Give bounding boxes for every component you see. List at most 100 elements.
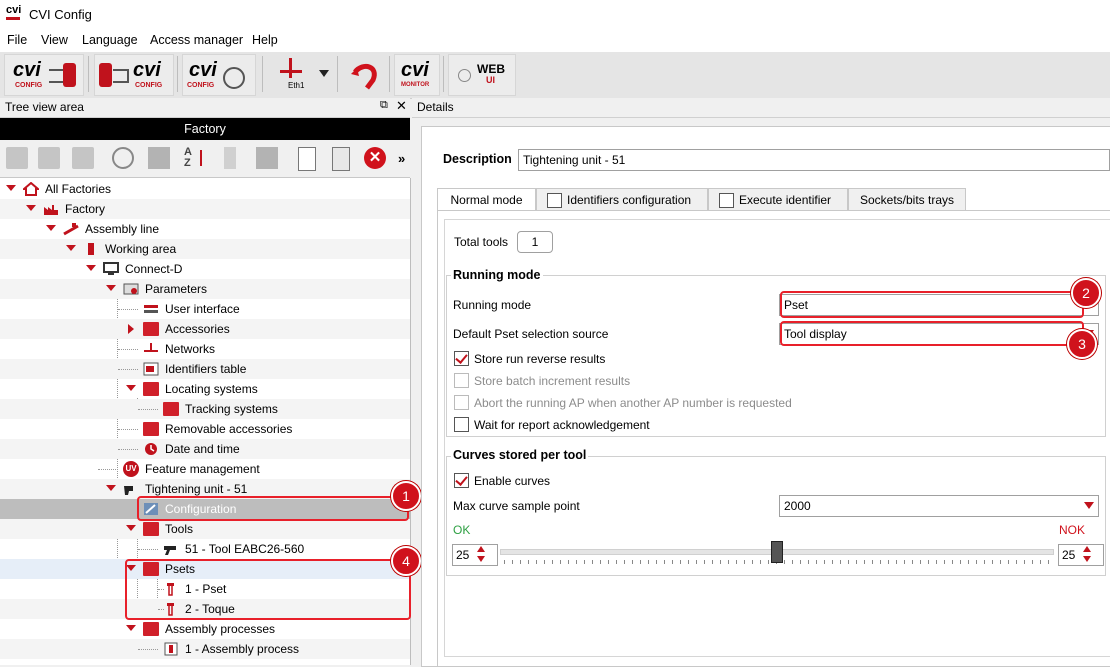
nok-spinbox[interactable]: 25: [1058, 544, 1104, 566]
tab-identifiers-configuration[interactable]: Identifiers configuration: [536, 188, 708, 211]
cvi-config-receive-button[interactable]: cvi CONFIG: [94, 54, 174, 96]
tree-panel-title: Tree view area: [5, 100, 84, 114]
tree-item-factory[interactable]: Factory: [0, 199, 410, 219]
chevron-down-icon[interactable]: [319, 70, 329, 77]
tab-execute-identifier[interactable]: Execute identifier: [708, 188, 848, 211]
slider-tick: [920, 560, 921, 564]
home-icon: [23, 182, 39, 196]
cvi-monitor-button[interactable]: cvi MONITOR: [394, 54, 440, 96]
slider-tick: [728, 560, 729, 564]
slider-tick: [912, 560, 913, 564]
screw-icon[interactable]: [224, 147, 236, 169]
slider-tick: [792, 560, 793, 564]
tree-item-assembly-process-1[interactable]: 1 - Assembly process: [0, 639, 410, 659]
curves-title: Curves stored per tool: [451, 448, 589, 462]
slider-tick: [672, 560, 673, 564]
curve-slider-handle[interactable]: [771, 541, 783, 563]
menu-help[interactable]: Help: [252, 33, 278, 47]
web-ui-button[interactable]: WEB UI: [448, 54, 516, 96]
undo-button[interactable]: [342, 54, 386, 96]
tree-item-assembly-processes[interactable]: Assembly processes: [0, 619, 410, 639]
description-field[interactable]: Tightening unit - 51: [518, 149, 1110, 171]
slider-tick: [576, 560, 577, 564]
store-run-reverse-checkbox[interactable]: [454, 351, 469, 366]
spin-down-icon[interactable]: [1083, 556, 1091, 562]
slider-tick: [568, 560, 569, 564]
tree-item-networks[interactable]: Networks: [0, 339, 410, 359]
tree-item-assembly-line[interactable]: Assembly line: [0, 219, 410, 239]
slider-tick: [656, 560, 657, 564]
store-batch-increment-checkbox[interactable]: [454, 373, 469, 388]
tree-panel-header: Tree view area ⧉ ✕: [0, 98, 410, 118]
slider-tick: [832, 560, 833, 564]
tree-item-identifiers-table[interactable]: Identifiers table: [0, 359, 410, 379]
slider-tick: [768, 560, 769, 564]
tree-item-user-interface[interactable]: User interface: [0, 299, 410, 319]
tree-item-parameters[interactable]: Parameters: [0, 279, 410, 299]
slider-tick: [1016, 560, 1017, 564]
slider-tick: [680, 560, 681, 564]
slider-tick: [848, 560, 849, 564]
chevron-down-icon[interactable]: [1084, 502, 1094, 509]
add-line-icon[interactable]: [38, 147, 60, 169]
tab-sockets-bits-trays[interactable]: Sockets/bits trays: [848, 188, 966, 211]
tree-item-all-factories[interactable]: All Factories: [0, 179, 410, 199]
copy-icon[interactable]: [298, 147, 316, 171]
arrow-right-icon: [113, 69, 129, 83]
identifiers-configuration-checkbox[interactable]: [547, 193, 562, 208]
wait-report-ack-checkbox[interactable]: [454, 417, 469, 432]
add-factory-icon[interactable]: [6, 147, 28, 169]
slider-tick: [944, 560, 945, 564]
add-area-icon[interactable]: [72, 147, 94, 169]
sort-az-icon[interactable]: AZ: [184, 147, 206, 169]
slider-tick: [1000, 560, 1001, 564]
slider-tick: [1040, 560, 1041, 564]
tree-item-tools[interactable]: Tools: [0, 519, 410, 539]
tree-item-tracking-systems[interactable]: Tracking systems: [0, 399, 410, 419]
abort-running-ap-checkbox[interactable]: [454, 395, 469, 410]
folder-icon: [143, 522, 159, 536]
annotation-badge-4: 4: [391, 546, 421, 576]
tree-item-locating-systems[interactable]: Locating systems: [0, 379, 410, 399]
search-controller-icon[interactable]: [112, 147, 134, 169]
spin-up-icon[interactable]: [1083, 546, 1091, 552]
delete-icon[interactable]: ✕: [364, 147, 386, 169]
cvi-config-search-button[interactable]: cvi CONFIG: [182, 54, 256, 96]
details-panel-title: Details: [417, 100, 454, 114]
menu-access-manager[interactable]: Access manager: [150, 33, 243, 47]
tab-normal-mode[interactable]: Normal mode: [437, 188, 536, 212]
slider-tick: [992, 560, 993, 564]
tree-item-connect-d[interactable]: Connect-D: [0, 259, 410, 279]
tree-item-removable-accessories[interactable]: Removable accessories: [0, 419, 410, 439]
slider-tick: [536, 560, 537, 564]
ok-spinbox[interactable]: 25: [452, 544, 498, 566]
tree-item-tool-51[interactable]: 51 - Tool EABC26-560: [0, 539, 410, 559]
close-panel-icon[interactable]: ✕: [396, 98, 407, 114]
slider-tick: [552, 560, 553, 564]
more-icon[interactable]: »: [398, 151, 405, 166]
menu-language[interactable]: Language: [82, 33, 138, 47]
tree-item-working-area[interactable]: Working area: [0, 239, 410, 259]
tree-item-accessories[interactable]: Accessories: [0, 319, 410, 339]
tree-toolbar: AZ ✕ »: [0, 140, 410, 178]
paste-icon[interactable]: [332, 147, 350, 171]
ethernet-button[interactable]: Eth1: [270, 54, 332, 94]
magnifier-icon: [223, 67, 245, 89]
spin-down-icon[interactable]: [477, 556, 485, 562]
cvi-config-send-button[interactable]: cvi CONFIG: [4, 54, 84, 96]
execute-identifier-checkbox[interactable]: [719, 193, 734, 208]
running-mode-title: Running mode: [451, 268, 543, 282]
enable-curves-checkbox[interactable]: [454, 473, 469, 488]
slider-tick: [752, 560, 753, 564]
tree-item-date-and-time[interactable]: Date and time: [0, 439, 410, 459]
copy-controller-icon[interactable]: [148, 147, 170, 169]
tool-settings-icon[interactable]: [256, 147, 278, 169]
float-panel-icon[interactable]: ⧉: [380, 99, 388, 112]
spin-up-icon[interactable]: [477, 546, 485, 552]
max-curve-sample-select[interactable]: 2000: [779, 495, 1099, 517]
tool-device-icon: [99, 63, 112, 87]
menu-view[interactable]: View: [41, 33, 68, 47]
menu-file[interactable]: File: [7, 33, 27, 47]
user-interface-icon: [144, 305, 158, 313]
tree-item-feature-management[interactable]: UV Feature management: [0, 459, 410, 479]
